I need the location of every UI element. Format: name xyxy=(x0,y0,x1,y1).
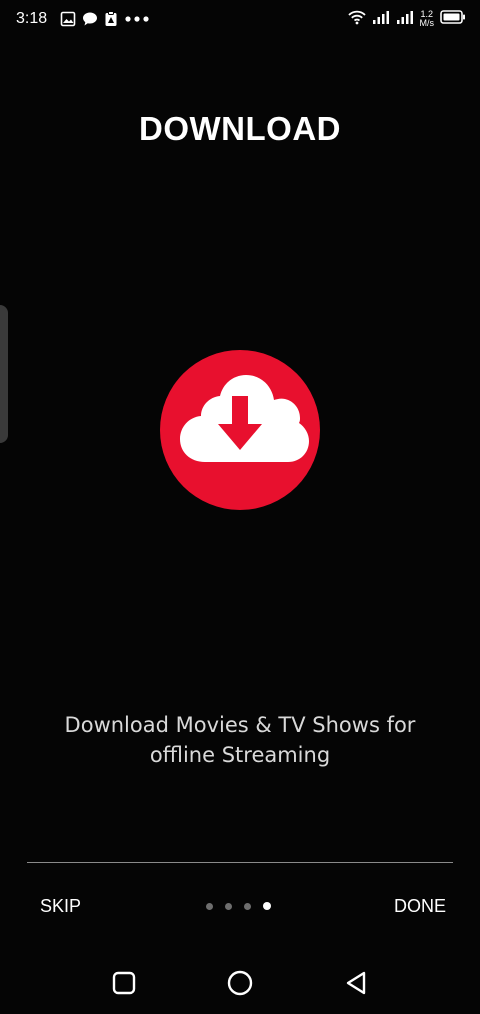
circle-icon xyxy=(227,970,253,996)
cloud-download-illustration xyxy=(160,350,320,510)
page-dot[interactable] xyxy=(206,902,213,910)
page-dot[interactable] xyxy=(225,902,232,910)
page-dot[interactable] xyxy=(244,902,251,910)
page-description: Download Movies & TV Shows for offline S… xyxy=(20,710,460,770)
page-dot-active[interactable] xyxy=(263,902,271,910)
chat-bubble-icon xyxy=(82,11,98,31)
image-icon xyxy=(60,11,76,31)
battery-icon xyxy=(440,9,466,29)
back-triangle-icon xyxy=(346,971,366,995)
page-title: DOWNLOAD xyxy=(139,110,341,147)
skip-button[interactable]: SKIP xyxy=(40,896,81,917)
home-button[interactable] xyxy=(223,966,257,1000)
description-line-1: Download Movies & TV Shows for xyxy=(64,713,416,737)
back-button[interactable] xyxy=(339,966,373,1000)
system-status-icons: 1.2 M/s xyxy=(347,9,467,29)
divider xyxy=(27,862,453,863)
signal-icon xyxy=(372,9,390,29)
network-speed-unit: M/s xyxy=(419,18,435,28)
notification-icons xyxy=(60,11,150,31)
edge-panel-handle[interactable] xyxy=(0,305,8,443)
status-bar: 3:18 1.2 M/s xyxy=(0,0,480,42)
page-indicator xyxy=(206,902,271,910)
wifi-icon xyxy=(347,9,366,29)
signal-icon xyxy=(396,9,414,29)
network-speed: 1.2 M/s xyxy=(420,10,435,28)
cloud-download-icon xyxy=(180,375,309,462)
onboarding-screen: 3:18 1.2 M/s DOWNLOAD Download Movies & … xyxy=(0,0,480,1014)
status-time: 3:18 xyxy=(16,10,48,27)
navigation-bar xyxy=(0,960,480,1006)
description-line-2: offline Streaming xyxy=(149,743,331,767)
done-button[interactable]: DONE xyxy=(394,896,446,917)
square-icon xyxy=(112,971,136,995)
more-dots-icon xyxy=(124,11,150,31)
clipboard-icon xyxy=(104,11,118,31)
recents-button[interactable] xyxy=(107,966,141,1000)
